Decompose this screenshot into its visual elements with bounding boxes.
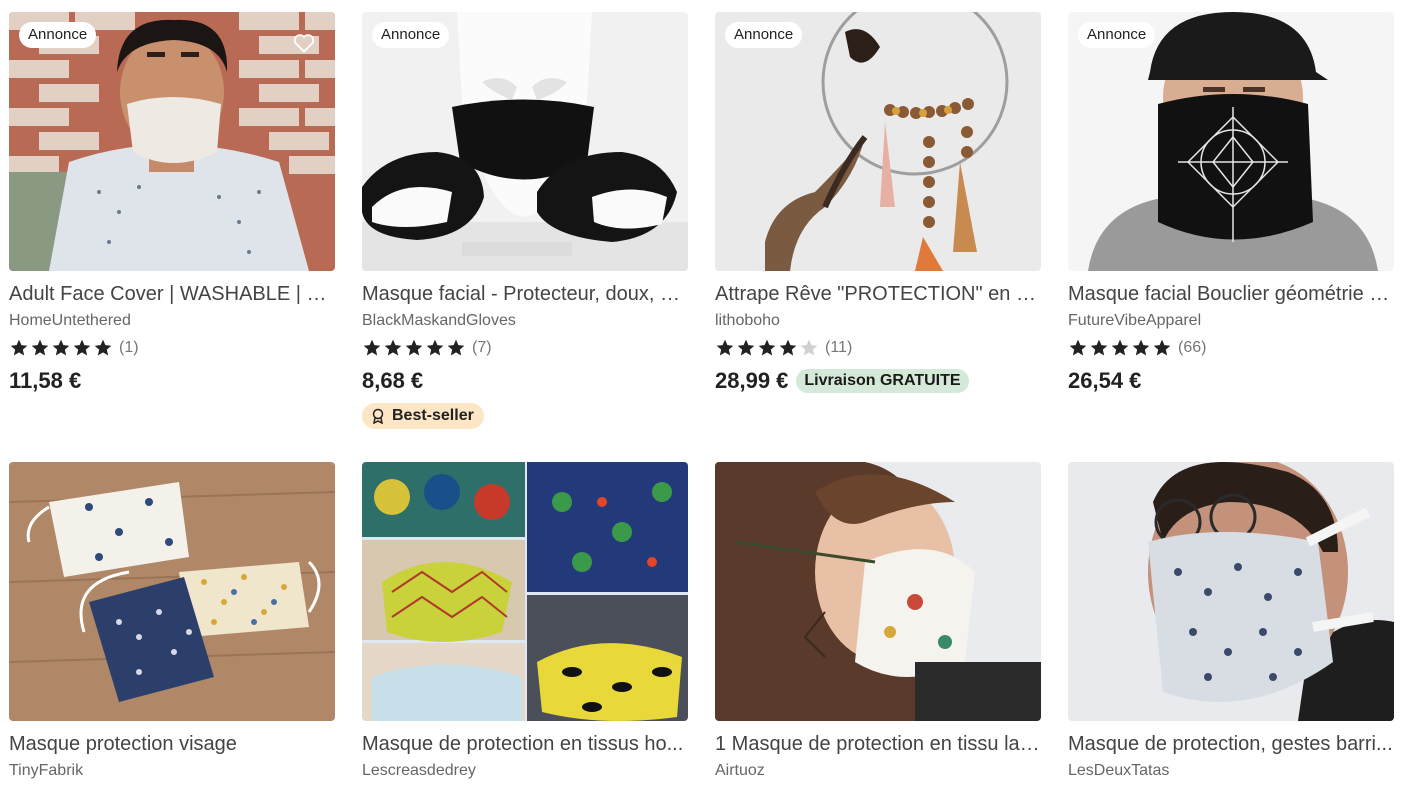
shop-name: BlackMaskandGloves [362,312,516,329]
listing-image[interactable] [362,462,688,721]
bestseller-badge: Best-seller [362,403,484,429]
listing-card[interactable]: Masque protection visage TinyFabrik [9,462,335,781]
shop-name: lithoboho [715,312,780,329]
star-filled-icon [758,339,776,356]
listing-image[interactable]: Annonce [9,12,335,271]
listing-title[interactable]: Masque facial - Protecteur, doux, él... [362,281,688,307]
star-filled-icon [1090,339,1108,356]
price: 26,54 € [1068,368,1142,393]
listing-title[interactable]: Masque facial Bouclier géométrie s... [1068,281,1394,307]
price: 8,68 € [362,368,424,393]
star-filled-icon [779,339,797,356]
star-rating [715,338,819,358]
star-filled-icon [447,339,465,356]
free-shipping-badge: Livraison GRATUITE [796,369,969,393]
rating: (66) [1068,337,1394,359]
listing-image[interactable] [715,462,1041,721]
listing-title[interactable]: Masque protection visage [9,731,335,757]
listing-card[interactable]: Masque de protection en tissus ho... Les… [362,462,688,781]
star-filled-icon [31,339,49,356]
star-filled-icon [384,339,402,356]
award-ribbon-icon [372,408,384,424]
listing-image[interactable]: Annonce [362,12,688,271]
star-rating [9,338,113,358]
star-filled-icon [94,339,112,356]
shop-name: HomeUntethered [9,312,131,329]
listing-image[interactable]: Annonce [715,12,1041,271]
star-filled-icon [405,339,423,356]
review-count: (11) [825,339,853,356]
listing-card[interactable]: Annonce Masque facial - Protecteur, doux… [362,12,688,429]
star-rating [362,338,466,358]
heart-outline-icon[interactable] [291,30,317,56]
star-filled-icon [10,339,28,356]
star-filled-icon [737,339,755,356]
star-filled-icon [73,339,91,356]
bestseller-label: Best-seller [392,407,474,424]
ad-badge: Annonce [1078,22,1156,48]
rating: (7) [362,337,688,359]
shop-name: FutureVibeApparel [1068,312,1202,329]
listing-card[interactable]: 1 Masque de protection en tissu lav... A… [715,462,1041,781]
listing-image[interactable]: Annonce [1068,12,1394,271]
listing-card[interactable]: Annonce Adult Face Cover | WASHABLE | CO… [9,12,335,395]
shop-name: Airtuoz [715,762,765,779]
listing-title[interactable]: Masque de protection en tissus ho... [362,731,688,757]
star-filled-icon [1132,339,1150,356]
ad-badge: Annonce [725,22,803,48]
star-filled-icon [1153,339,1171,356]
star-rating [1068,338,1172,358]
review-count: (7) [472,339,492,356]
listing-card[interactable]: Masque de protection, gestes barri... Le… [1068,462,1394,781]
star-filled-icon [716,339,734,356]
star-filled-icon [52,339,70,356]
listing-title[interactable]: Adult Face Cover | WASHABLE | CO... [9,281,335,307]
star-filled-icon [1069,339,1087,356]
ad-badge: Annonce [19,22,97,48]
ad-badge: Annonce [372,22,450,48]
listing-image[interactable] [9,462,335,721]
review-count: (66) [1178,339,1207,356]
listing-title[interactable]: Attrape Rêve "PROTECTION" en Oe... [715,281,1041,307]
price: 28,99 € [715,368,789,393]
listing-card[interactable]: Annonce Attrape Rêve "PROTECTION" en Oe.… [715,12,1041,395]
review-count: (1) [119,339,139,356]
rating: (11) [715,337,1041,359]
shop-name: LesDeuxTatas [1068,762,1170,779]
rating: (1) [9,337,335,359]
listing-card[interactable]: Annonce Masque facial Bouclier géométrie… [1068,12,1394,395]
listing-image[interactable] [1068,462,1394,721]
listing-title[interactable]: Masque de protection, gestes barri... [1068,731,1394,757]
listing-title[interactable]: 1 Masque de protection en tissu lav... [715,731,1041,757]
price: 11,58 € [9,368,82,393]
star-filled-icon [426,339,444,356]
shop-name: Lescreasdedrey [362,762,476,779]
shop-name: TinyFabrik [9,762,84,779]
star-filled-icon [1111,339,1129,356]
star-empty-icon [800,339,818,356]
star-filled-icon [363,339,381,356]
